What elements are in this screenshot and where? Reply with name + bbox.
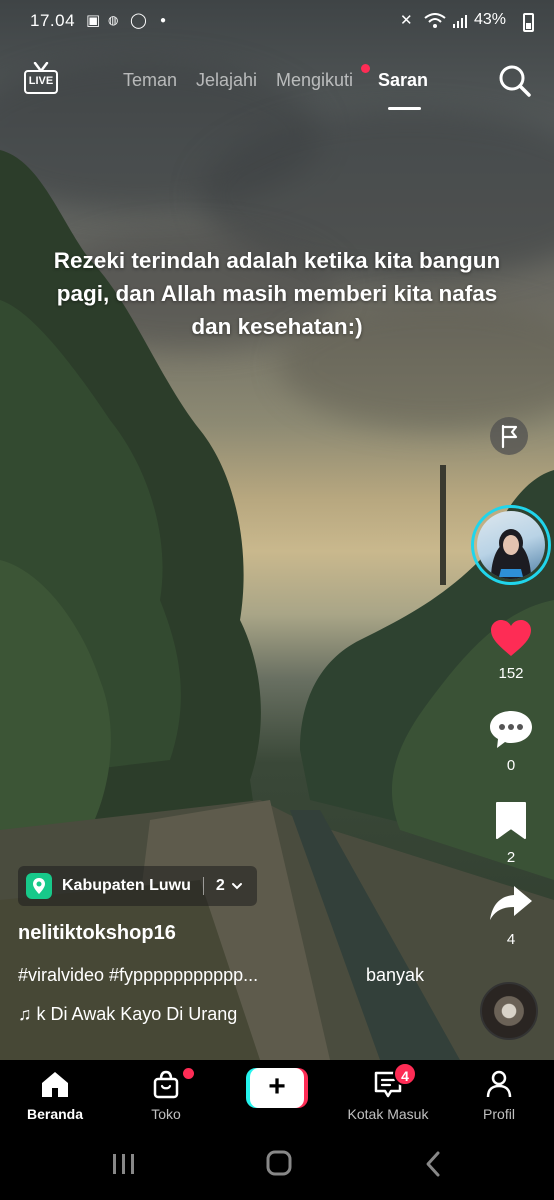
- tab-label: Toko: [151, 1106, 181, 1122]
- heart-icon[interactable]: [489, 618, 533, 658]
- line-icon: ◍: [108, 13, 119, 27]
- tab-label: Kotak Masuk: [347, 1106, 429, 1122]
- inbox-badge: 4: [393, 1062, 417, 1086]
- tab-jelajahi[interactable]: Jelajahi: [196, 70, 257, 91]
- back-icon[interactable]: [414, 1150, 454, 1178]
- tab-notification-dot: [361, 64, 370, 73]
- like-action[interactable]: 152: [486, 618, 536, 682]
- tab-saran[interactable]: Saran: [378, 70, 428, 91]
- tab-toko[interactable]: Toko: [111, 1068, 221, 1122]
- tab-kotak-masuk[interactable]: Kotak Masuk 4: [333, 1062, 443, 1122]
- gallery-icon: ▣: [86, 12, 101, 29]
- see-more-link[interactable]: banyak: [366, 965, 424, 986]
- toko-notification-dot: [183, 1068, 194, 1079]
- location-name: Kabupaten Luwu: [62, 877, 191, 894]
- comment-action[interactable]: 0: [486, 708, 536, 774]
- system-navigation-bar: [0, 1130, 554, 1200]
- live-button[interactable]: LIVE: [24, 62, 58, 98]
- music-track[interactable]: ♫ k Di Awak Kayo Di Urang: [18, 1004, 280, 1025]
- live-label: LIVE: [24, 70, 58, 94]
- tab-teman[interactable]: Teman: [123, 70, 177, 91]
- avatar-photo: [491, 529, 531, 579]
- tab-profil[interactable]: Profil: [444, 1068, 554, 1122]
- profile-icon: [486, 1070, 512, 1098]
- like-count: 152: [498, 665, 524, 682]
- avatar: [477, 511, 545, 579]
- report-button[interactable]: [490, 417, 528, 455]
- plus-icon: +: [250, 1068, 304, 1108]
- bottom-tab-bar: Beranda Toko + Kotak Masuk 4 Profil: [0, 1060, 554, 1130]
- tab-label: Beranda: [26, 1106, 84, 1122]
- home-icon: [42, 1072, 68, 1097]
- location-tag[interactable]: Kabupaten Luwu 2: [18, 866, 257, 906]
- comment-count: 0: [506, 757, 516, 774]
- music-title: k Di Awak Kayo Di Urang: [36, 1004, 238, 1024]
- signal-icon: [453, 15, 467, 28]
- share-icon[interactable]: [488, 882, 534, 924]
- tab-label: Profil: [483, 1106, 515, 1122]
- active-tab-indicator: [388, 107, 421, 110]
- status-bar: 17.04 ▣ ◍ ◯ ● ✕ 43%: [0, 0, 554, 44]
- video-caption[interactable]: #viralvideo #fyppppppppppp...: [18, 965, 258, 986]
- location-count: 2: [215, 877, 225, 894]
- whatsapp-icon: ◯: [130, 12, 147, 29]
- location-pin-icon: [26, 873, 52, 899]
- share-count: 4: [506, 931, 516, 948]
- tab-beranda[interactable]: Beranda: [0, 1068, 110, 1122]
- video-text-overlay: Rezeki terindah adalah ketika kita bangu…: [53, 248, 501, 339]
- status-time: 17.04: [30, 11, 76, 30]
- recent-apps-icon[interactable]: [104, 1150, 144, 1178]
- shopping-bag-icon: [153, 1070, 179, 1099]
- battery-icon: [523, 13, 534, 32]
- wifi-icon: [424, 13, 446, 28]
- tab-mengikuti[interactable]: Mengikuti: [276, 70, 353, 91]
- bookmark-icon[interactable]: [489, 800, 533, 842]
- search-icon[interactable]: [498, 64, 532, 98]
- flag-icon: [501, 424, 518, 449]
- save-count: 2: [506, 849, 516, 866]
- creator-avatar[interactable]: [471, 505, 551, 585]
- creator-username[interactable]: nelitiktokshop16: [18, 922, 176, 945]
- chevron-down-icon: [231, 883, 242, 890]
- comment-icon[interactable]: [488, 708, 534, 750]
- save-action[interactable]: 2: [486, 800, 536, 866]
- top-nav: LIVE Teman Jelajahi Mengikuti Saran: [0, 56, 554, 116]
- battery-percent: 43%: [474, 11, 507, 28]
- dot-icon: ●: [160, 15, 167, 26]
- location-divider: [202, 877, 204, 895]
- home-button-icon[interactable]: [259, 1150, 299, 1178]
- share-action[interactable]: 4: [486, 882, 536, 948]
- create-button[interactable]: +: [246, 1068, 308, 1108]
- mute-icon: ✕: [400, 12, 413, 29]
- music-disc[interactable]: [480, 982, 538, 1040]
- music-note-icon: ♫: [18, 1004, 37, 1024]
